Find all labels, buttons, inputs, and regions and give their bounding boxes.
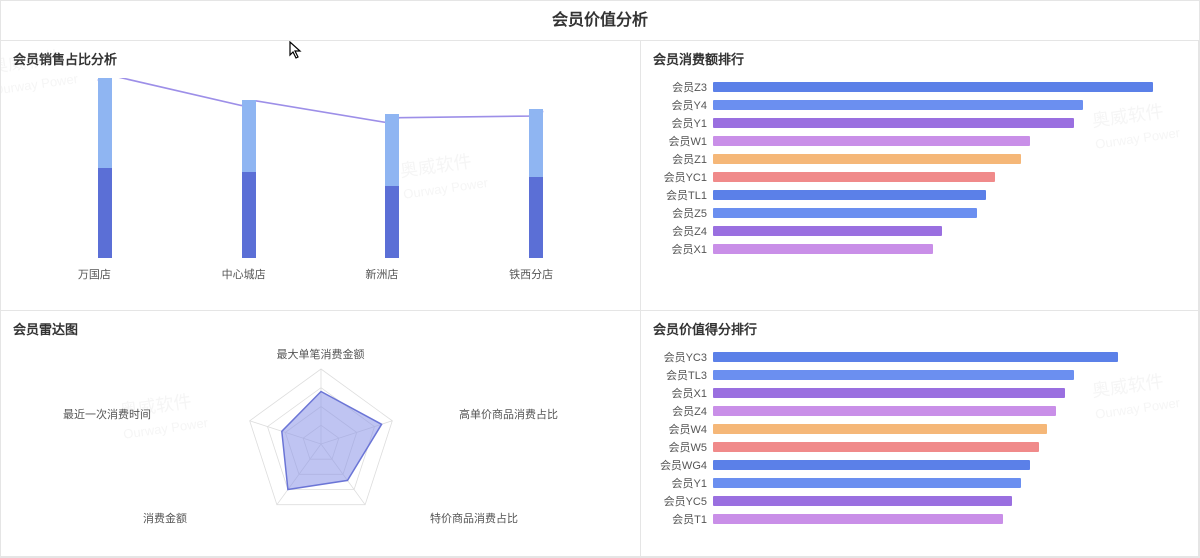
x-axis-label: 中心城店 — [222, 266, 236, 282]
rank-row[interactable]: 会员YC1 — [653, 168, 1176, 186]
bar-column[interactable] — [385, 78, 399, 258]
bar-column[interactable] — [242, 78, 256, 258]
panel-title: 会员销售占比分析 — [13, 49, 628, 68]
radar-axis-label: 特价商品消费占比 — [430, 510, 518, 526]
rank-label: 会员YC3 — [653, 349, 713, 365]
rank-label: 会员W5 — [653, 439, 713, 455]
rank-row[interactable]: 会员X1 — [653, 240, 1176, 258]
rank-row[interactable]: 会员WG4 — [653, 456, 1176, 474]
rank-row[interactable]: 会员W1 — [653, 132, 1176, 150]
rank-bar — [713, 406, 1056, 416]
rank-bar — [713, 244, 933, 254]
rank-row[interactable]: 会员Y4 — [653, 96, 1176, 114]
panel-title: 会员雷达图 — [13, 319, 628, 338]
rank-bar — [713, 100, 1083, 110]
rank-label: 会员Y4 — [653, 97, 713, 113]
rank-label: 会员TL1 — [653, 187, 713, 203]
x-axis-label: 铁西分店 — [509, 266, 523, 282]
value-rank-chart[interactable]: 会员YC3 会员TL3 会员X1 会员Z4 会员W4 会员W5 会员WG4 会员Y1 会员YC5… — [653, 344, 1186, 528]
panel-title: 会员价值得分排行 — [653, 319, 1186, 338]
panel-consumption-rank: 会员消费额排行 奥威软件Ourway Power 会员Z3会员Y4会员Y1会员W… — [640, 40, 1199, 311]
rank-label: 会员TL3 — [653, 367, 713, 383]
grid: 会员销售占比分析 奥威软件Ourway Power 奥威软件Ourway Pow… — [1, 41, 1199, 557]
rank-bar — [713, 190, 986, 200]
rank-bar — [713, 172, 995, 182]
dashboard: 会员价值分析 会员销售占比分析 奥威软件Ourway Power 奥威软件Our… — [0, 0, 1200, 558]
radar-axis-label: 最大单笔消费金额 — [277, 346, 365, 362]
rank-label: 会员Y1 — [653, 475, 713, 491]
rank-label: 会员Y1 — [653, 115, 713, 131]
panel-radar: 会员雷达图 奥威软件Ourway Power 最大单笔消费金额高单价商品消费占比… — [0, 310, 641, 557]
rank-bar — [713, 136, 1030, 146]
rank-row[interactable]: 会员Y1 — [653, 474, 1176, 492]
rank-bar — [713, 442, 1039, 452]
panel-sales-ratio: 会员销售占比分析 奥威软件Ourway Power 奥威软件Ourway Pow… — [0, 40, 641, 311]
rank-bar — [713, 226, 942, 236]
stacked-bar-chart[interactable]: 万国店 中心城店 新洲店 铁西分店 — [33, 78, 608, 288]
rank-bar — [713, 352, 1118, 362]
rank-bar — [713, 478, 1021, 488]
radar-chart[interactable]: 最大单笔消费金额高单价商品消费占比特价商品消费占比 消费金额 最近一次消费时间 — [13, 344, 628, 544]
rank-bar — [713, 118, 1074, 128]
rank-bar — [713, 388, 1065, 398]
rank-label: 会员Z3 — [653, 79, 713, 95]
x-axis-label: 万国店 — [78, 266, 92, 282]
x-axis-label: 新洲店 — [365, 266, 379, 282]
rank-label: 会员Z4 — [653, 223, 713, 239]
rank-row[interactable]: 会员W5 — [653, 438, 1176, 456]
rank-label: 会员X1 — [653, 241, 713, 257]
rank-row[interactable]: 会员TL3 — [653, 366, 1176, 384]
bar-column[interactable] — [529, 78, 543, 258]
bar-column[interactable] — [98, 78, 112, 258]
rank-row[interactable]: 会员YC3 — [653, 348, 1176, 366]
rank-row[interactable]: 会员Z4 — [653, 222, 1176, 240]
rank-label: 会员Z1 — [653, 151, 713, 167]
radar-axis-label: 消费金额 — [143, 510, 187, 526]
rank-row[interactable]: 会员T1 — [653, 510, 1176, 528]
rank-label: 会员Z4 — [653, 403, 713, 419]
radar-axis-label: 高单价商品消费占比 — [459, 406, 558, 422]
rank-row[interactable]: 会员Z4 — [653, 402, 1176, 420]
rank-row[interactable]: 会员Z5 — [653, 204, 1176, 222]
rank-bar — [713, 82, 1153, 92]
rank-label: 会员X1 — [653, 385, 713, 401]
rank-row[interactable]: 会员TL1 — [653, 186, 1176, 204]
rank-label: 会员YC1 — [653, 169, 713, 185]
rank-bar — [713, 514, 1003, 524]
consumption-rank-chart[interactable]: 会员Z3 会员Y4 会员Y1 会员W1 会员Z1 会员YC1 会员TL1 会员Z5 会员Z4 会员… — [653, 74, 1186, 258]
rank-label: 会员Z5 — [653, 205, 713, 221]
panel-title: 会员消费额排行 — [653, 49, 1186, 68]
rank-row[interactable]: 会员YC5 — [653, 492, 1176, 510]
panel-value-rank: 会员价值得分排行 奥威软件Ourway Power 会员YC3会员TL3会员X1… — [640, 310, 1199, 557]
radar-axis-label: 最近一次消费时间 — [63, 406, 151, 422]
rank-bar — [713, 460, 1030, 470]
rank-label: 会员WG4 — [653, 457, 713, 473]
rank-row[interactable]: 会员X1 — [653, 384, 1176, 402]
rank-bar — [713, 496, 1012, 506]
rank-bar — [713, 424, 1047, 434]
rank-bar — [713, 370, 1074, 380]
rank-label: 会员YC5 — [653, 493, 713, 509]
rank-row[interactable]: 会员Y1 — [653, 114, 1176, 132]
rank-row[interactable]: 会员Z1 — [653, 150, 1176, 168]
rank-label: 会员T1 — [653, 511, 713, 527]
rank-label: 会员W1 — [653, 133, 713, 149]
rank-label: 会员W4 — [653, 421, 713, 437]
rank-row[interactable]: 会员W4 — [653, 420, 1176, 438]
rank-bar — [713, 154, 1021, 164]
rank-row[interactable]: 会员Z3 — [653, 78, 1176, 96]
page-title: 会员价值分析 — [1, 1, 1199, 41]
rank-bar — [713, 208, 977, 218]
